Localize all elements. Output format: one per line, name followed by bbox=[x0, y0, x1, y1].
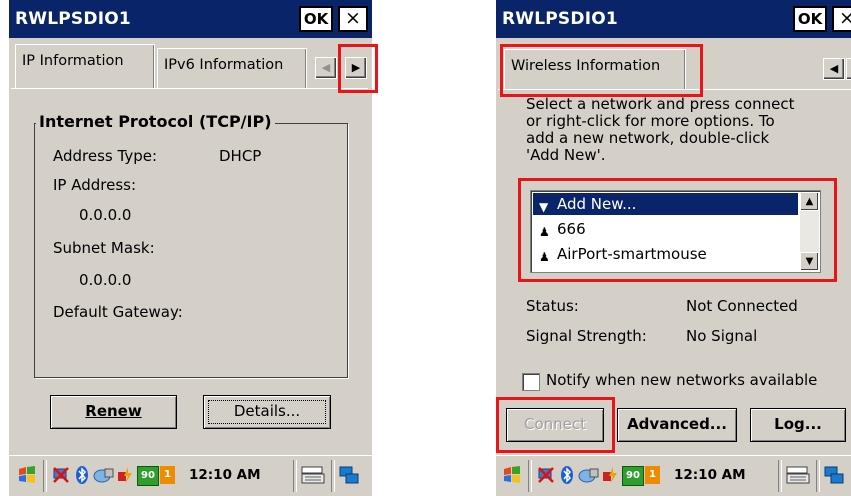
keyboard-icon[interactable] bbox=[786, 465, 810, 490]
bluetooth-icon[interactable] bbox=[75, 465, 89, 490]
window-title: RWLPSDIO1 bbox=[15, 9, 131, 29]
notify-label: Notify when new networks available bbox=[546, 371, 818, 389]
desktop-switch-icon[interactable] bbox=[823, 465, 845, 490]
windows-flag-icon[interactable] bbox=[502, 465, 522, 490]
instructions-line-3: add a new network, double-click bbox=[526, 129, 770, 147]
notification-badge[interactable]: 1 bbox=[160, 466, 175, 484]
list-item-network[interactable]: ♟ AirPort-smartmouse bbox=[533, 243, 798, 265]
tab-scroll-left-button[interactable]: ◀ bbox=[823, 58, 845, 80]
close-button[interactable]: × bbox=[338, 6, 368, 32]
group-title: Internet Protocol (TCP/IP) bbox=[36, 112, 275, 131]
connect-button[interactable]: Connect bbox=[506, 408, 604, 442]
address-type-label: Address Type: bbox=[53, 147, 158, 165]
ip-address-value: 0.0.0.0 bbox=[79, 206, 132, 224]
wireless-network-icon: ▼ bbox=[539, 200, 549, 214]
ok-button[interactable]: OK bbox=[793, 6, 827, 32]
advanced-button[interactable]: Advanced... bbox=[617, 408, 737, 442]
window-title: RWLPSDIO1 bbox=[502, 9, 618, 29]
ok-button[interactable]: OK bbox=[299, 6, 333, 32]
network-name: 666 bbox=[557, 220, 586, 238]
taskbar-separator bbox=[778, 460, 782, 492]
wireless-information-window: RWLPSDIO1 OK × Wireless Information ◀ ▶ … bbox=[496, 0, 851, 496]
power-plug-icon[interactable] bbox=[116, 465, 134, 490]
subnet-mask-value: 0.0.0.0 bbox=[79, 271, 132, 289]
default-gateway-label: Default Gateway: bbox=[53, 303, 183, 321]
list-scrollbar[interactable]: ▲ ▼ bbox=[800, 192, 819, 271]
instructions-line-2: or right-click for more options. To bbox=[526, 112, 775, 130]
signal-strength-value: No Signal bbox=[686, 327, 758, 345]
wireless-network-icon: ♟ bbox=[539, 250, 550, 264]
subnet-mask-label: Subnet Mask: bbox=[53, 239, 155, 257]
wireless-network-icon: ♟ bbox=[539, 225, 550, 239]
taskbar-separator bbox=[816, 460, 820, 492]
title-bar: RWLPSDIO1 OK × bbox=[496, 0, 851, 38]
log-button[interactable]: Log... bbox=[750, 408, 846, 442]
taskbar: 90 1 12:10 AM bbox=[496, 455, 851, 496]
taskbar: 90 1 12:10 AM bbox=[9, 455, 372, 496]
tab-scroll-right-button[interactable]: ▶ bbox=[345, 57, 367, 79]
ip-address-label: IP Address: bbox=[53, 176, 137, 194]
tab-panel-border bbox=[11, 88, 368, 89]
advanced-button-label: Advanced... bbox=[627, 415, 727, 433]
network-disconnected-icon[interactable] bbox=[51, 465, 71, 490]
bluetooth-icon[interactable] bbox=[560, 465, 574, 490]
scroll-up-arrow-icon[interactable]: ▲ bbox=[800, 192, 819, 211]
power-plug-icon[interactable] bbox=[601, 465, 619, 490]
network-name: Add New... bbox=[557, 195, 637, 213]
renew-button-label: Renew bbox=[85, 402, 142, 420]
clock[interactable]: 12:10 AM bbox=[674, 467, 746, 483]
instructions-line-4: 'Add New'. bbox=[526, 146, 606, 164]
battery-icon[interactable]: 90 bbox=[622, 466, 644, 486]
renew-button[interactable]: Renew bbox=[50, 395, 177, 429]
desktop-switch-icon[interactable] bbox=[338, 465, 360, 490]
ip-information-window: RWLPSDIO1 OK × IP Information IPv6 Infor… bbox=[9, 0, 372, 496]
taskbar-separator bbox=[528, 460, 532, 492]
log-button-label: Log... bbox=[774, 415, 822, 433]
status-value: Not Connected bbox=[686, 297, 798, 315]
list-item-network[interactable]: ♟ 666 bbox=[533, 218, 798, 240]
status-label: Status: bbox=[526, 297, 579, 315]
tab-panel-border bbox=[498, 89, 851, 90]
connection-icon[interactable] bbox=[93, 465, 115, 490]
tab-ipv6-information[interactable]: IPv6 Information bbox=[157, 48, 307, 88]
network-list[interactable]: ▼ Add New... ♟ 666 ♟ AirPort-smartmouse … bbox=[530, 190, 821, 273]
connect-button-label: Connect bbox=[523, 415, 587, 433]
title-bar: RWLPSDIO1 OK × bbox=[9, 0, 372, 38]
tab-ip-information[interactable]: IP Information bbox=[15, 44, 155, 88]
clock[interactable]: 12:10 AM bbox=[189, 467, 261, 483]
taskbar-separator bbox=[331, 460, 335, 492]
tab-scroll-right-button[interactable]: ▶ bbox=[846, 58, 851, 80]
list-item-add-new[interactable]: ▼ Add New... bbox=[533, 193, 798, 215]
signal-strength-label: Signal Strength: bbox=[526, 327, 647, 345]
details-button-label: Details... bbox=[233, 402, 301, 420]
tab-wireless-information[interactable]: Wireless Information bbox=[504, 49, 686, 89]
instructions-line-1: Select a network and press connect bbox=[526, 95, 795, 113]
keyboard-icon[interactable] bbox=[301, 465, 325, 490]
scroll-down-arrow-icon[interactable]: ▼ bbox=[800, 252, 819, 271]
address-type-value: DHCP bbox=[219, 147, 262, 165]
taskbar-separator bbox=[293, 460, 297, 492]
tab-scroll-left-button[interactable]: ◀ bbox=[315, 57, 337, 79]
battery-icon[interactable]: 90 bbox=[137, 466, 159, 486]
network-disconnected-icon[interactable] bbox=[536, 465, 556, 490]
connection-icon[interactable] bbox=[578, 465, 600, 490]
close-button[interactable]: × bbox=[832, 6, 851, 32]
details-button[interactable]: Details... bbox=[203, 395, 331, 429]
windows-flag-icon[interactable] bbox=[17, 465, 37, 490]
network-name: AirPort-smartmouse bbox=[557, 245, 707, 263]
taskbar-separator bbox=[43, 460, 47, 492]
notify-checkbox[interactable] bbox=[522, 373, 540, 391]
notification-badge[interactable]: 1 bbox=[645, 466, 660, 484]
